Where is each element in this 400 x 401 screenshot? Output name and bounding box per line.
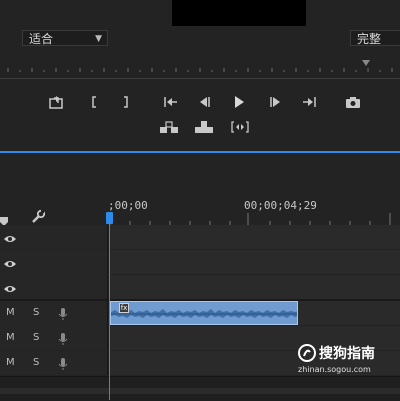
sogou-logo-icon bbox=[298, 344, 316, 362]
eye-icon[interactable] bbox=[3, 280, 17, 299]
audio-track-3-header bbox=[0, 351, 108, 375]
solo-toggle[interactable]: S bbox=[33, 307, 39, 318]
timeline-ruler[interactable]: ;00;00 00;00;04;29 bbox=[108, 195, 400, 225]
audio-clip[interactable] bbox=[110, 301, 298, 325]
quality-dropdown[interactable]: 完整 bbox=[350, 30, 400, 46]
mute-toggle[interactable]: M bbox=[6, 357, 15, 368]
playhead-handle[interactable] bbox=[106, 212, 113, 224]
quality-dropdown-label: 完整 bbox=[357, 32, 382, 46]
mark-in-icon[interactable] bbox=[83, 93, 105, 111]
fit-dropdown[interactable]: 适合 ▼ bbox=[22, 30, 108, 46]
microphone-icon[interactable] bbox=[58, 356, 68, 375]
ruler-ticks bbox=[110, 213, 391, 225]
export-frame-icon[interactable] bbox=[45, 93, 67, 111]
ruler-ticks bbox=[7, 68, 393, 72]
horizontal-scrollbar[interactable] bbox=[0, 388, 400, 394]
extract-icon[interactable] bbox=[229, 118, 251, 136]
microphone-icon[interactable] bbox=[58, 306, 68, 325]
monitor-playhead-marker[interactable] bbox=[362, 60, 370, 66]
watermark: 搜狗指南 zhinan.sogou.com bbox=[298, 343, 398, 383]
step-forward-icon[interactable] bbox=[264, 93, 286, 111]
watermark-brand: 搜狗指南 bbox=[319, 346, 375, 362]
waveform bbox=[111, 309, 297, 318]
mute-toggle[interactable]: M bbox=[6, 332, 15, 343]
mark-out-icon[interactable] bbox=[115, 93, 137, 111]
watermark-url: zhinan.sogou.com bbox=[298, 365, 371, 374]
eye-icon[interactable] bbox=[3, 230, 17, 249]
video-preview bbox=[172, 0, 306, 26]
insert-icon[interactable] bbox=[158, 118, 180, 136]
fx-badge: fx bbox=[119, 303, 129, 313]
eye-icon[interactable] bbox=[3, 255, 17, 274]
play-icon[interactable] bbox=[228, 93, 250, 111]
step-back-icon[interactable] bbox=[194, 93, 216, 111]
audio-track-1-header bbox=[0, 301, 108, 325]
go-to-out-icon[interactable] bbox=[298, 93, 320, 111]
go-to-in-icon[interactable] bbox=[160, 93, 182, 111]
solo-toggle[interactable]: S bbox=[33, 357, 39, 368]
fit-dropdown-label: 适合 bbox=[29, 32, 54, 46]
microphone-icon[interactable] bbox=[58, 331, 68, 350]
video-track-1-body[interactable] bbox=[110, 275, 400, 299]
overwrite-icon[interactable] bbox=[193, 118, 215, 136]
video-track-3-body[interactable] bbox=[110, 225, 400, 249]
video-track-2-body[interactable] bbox=[110, 250, 400, 274]
chevron-down-icon: ▼ bbox=[95, 34, 102, 44]
solo-toggle[interactable]: S bbox=[33, 332, 39, 343]
camera-icon[interactable] bbox=[342, 93, 364, 111]
monitor-time-ruler[interactable] bbox=[0, 56, 400, 79]
audio-track-2-header bbox=[0, 326, 108, 350]
playhead-line[interactable] bbox=[109, 212, 110, 400]
mute-toggle[interactable]: M bbox=[6, 307, 15, 318]
